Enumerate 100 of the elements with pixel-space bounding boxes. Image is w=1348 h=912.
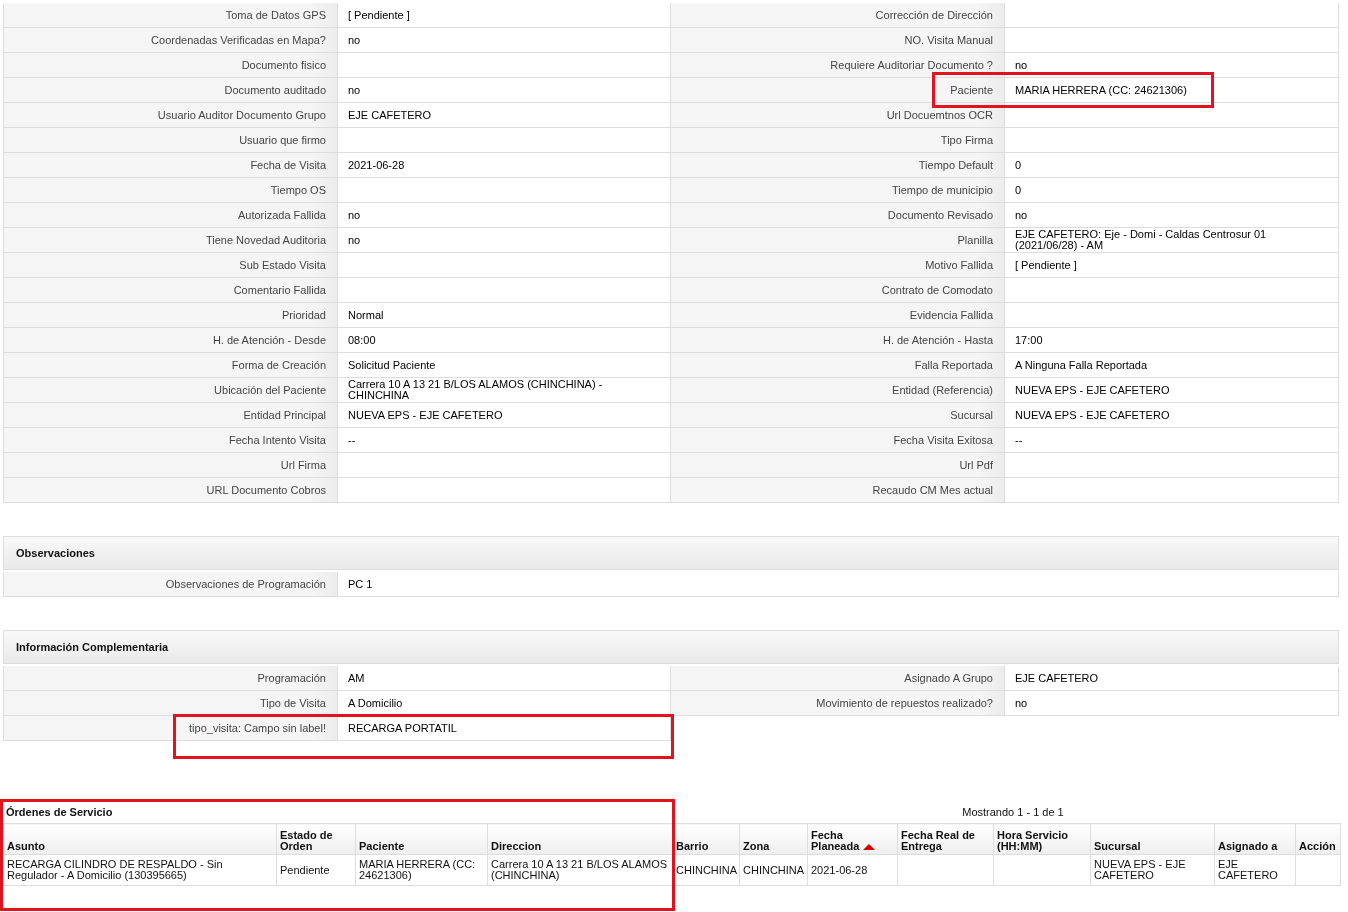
field-value: RECARGA PORTATIL [338, 716, 671, 741]
field-label: Requiere Auditoriar Documento ? [671, 53, 1005, 78]
field-value: EJE CAFETERO [1005, 666, 1339, 691]
field-label: Observaciones de Programación [4, 572, 338, 597]
field-label: Recaudo CM Mes actual [671, 478, 1005, 503]
field-label: tipo_visita: Campo sin label! [4, 716, 338, 741]
field-label: Tiempo OS [4, 178, 338, 203]
column-header[interactable]: Hora Servicio (HH:MM) [993, 823, 1091, 855]
column-header[interactable]: Acción [1295, 823, 1341, 855]
column-header[interactable]: Direccion [487, 823, 673, 855]
field-label: Asignado A Grupo [671, 666, 1005, 691]
field-label: Sub Estado Visita [4, 253, 338, 278]
table-cell: RECARGA CILINDRO DE RESPALDO - Sin Regulador - A Domicilio (130395665) [3, 854, 277, 886]
field-value: -- [338, 428, 671, 453]
column-header[interactable]: Barrio [672, 823, 740, 855]
field-label: Documento Revisado [671, 203, 1005, 228]
field-label: NO. Visita Manual [671, 28, 1005, 53]
field-value: no [1005, 203, 1339, 228]
field-label: Forma de Creación [4, 353, 338, 378]
field-label: Entidad Principal [4, 403, 338, 428]
table-cell: NUEVA EPS - EJE CAFETERO [1090, 854, 1215, 886]
column-header[interactable]: Asignado a [1214, 823, 1296, 855]
field-label: URL Documento Cobros [4, 478, 338, 503]
field-label: Tiene Novedad Auditoria [4, 228, 338, 253]
field-label: H. de Atención - Desde [4, 328, 338, 353]
field-value: 0 [1005, 153, 1339, 178]
field-label: Tiempo de municipio [671, 178, 1005, 203]
field-label: Fecha Intento Visita [4, 428, 338, 453]
field-value: -- [1005, 428, 1339, 453]
field-label: Evidencia Fallida [671, 303, 1005, 328]
field-label: Autorizada Fallida [4, 203, 338, 228]
field-label: Fecha de Visita [4, 153, 338, 178]
table-cell: Pendiente [276, 854, 356, 886]
field-value: no [338, 228, 671, 253]
column-header[interactable]: Sucursal [1090, 823, 1215, 855]
field-label: Corrección de Dirección [671, 3, 1005, 28]
table-cell: MARIA HERRERA (CC: 24621306) [355, 854, 488, 886]
table-cell: EJE CAFETERO [1214, 854, 1296, 886]
table-title: Órdenes de Servicio [5, 806, 114, 820]
table-cell: CHINCHINA [739, 854, 808, 886]
field-label: Contrato de Comodato [671, 278, 1005, 303]
field-label: Fecha Visita Exitosa [671, 428, 1005, 453]
table-cell: CHINCHINA [672, 854, 740, 886]
field-label: Sucursal [671, 403, 1005, 428]
field-value: AM [338, 666, 671, 691]
section-header: Información Complementaria [3, 630, 1339, 664]
field-value: no [338, 28, 671, 53]
column-header[interactable]: Estado de Orden [276, 823, 356, 855]
field-value: NUEVA EPS - EJE CAFETERO [338, 403, 671, 428]
field-value: Carrera 10 A 13 21 B/LOS ALAMOS (CHINCHINA) - CHINCHINA [338, 378, 671, 403]
field-value: A Ninguna Falla Reportada [1005, 353, 1339, 378]
field-value: EJE CAFETERO: Eje - Domi - Caldas Centrosur 01 (2021/06/28) - AM [1005, 228, 1339, 253]
column-header[interactable]: Fecha Planeada [807, 823, 898, 855]
field-value: 08:00 [338, 328, 671, 353]
field-label: Motivo Fallida [671, 253, 1005, 278]
field-label: Url Firma [4, 453, 338, 478]
field-label: Tipo Firma [671, 128, 1005, 153]
field-value: no [338, 203, 671, 228]
field-value: MARIA HERRERA (CC: 24621306) [1005, 78, 1339, 103]
field-value: [ Pendiente ] [1005, 253, 1339, 278]
field-value: Normal [338, 303, 671, 328]
column-header[interactable]: Asunto [3, 823, 277, 855]
field-label: Entidad (Referencia) [671, 378, 1005, 403]
field-value: 0 [1005, 178, 1339, 203]
field-value: NUEVA EPS - EJE CAFETERO [1005, 403, 1339, 428]
field-value: 17:00 [1005, 328, 1339, 353]
field-label: H. de Atención - Hasta [671, 328, 1005, 353]
field-value: no [1005, 53, 1339, 78]
field-label: Programación [4, 666, 338, 691]
field-value: Solicitud Paciente [338, 353, 671, 378]
field-label: Prioridad [4, 303, 338, 328]
field-label: Usuario que firmo [4, 128, 338, 153]
field-label: Documento auditado [4, 78, 338, 103]
field-label: Tiempo Default [671, 153, 1005, 178]
field-label: Toma de Datos GPS [4, 3, 338, 28]
table-cell [1295, 854, 1341, 886]
field-label: Coordenadas Verificadas en Mapa? [4, 28, 338, 53]
field-value: 2021-06-28 [338, 153, 671, 178]
field-value: [ Pendiente ] [338, 3, 671, 28]
field-value: PC 1 [338, 572, 1339, 597]
field-label: Url Pdf [671, 453, 1005, 478]
field-label: Usuario Auditor Documento Grupo [4, 103, 338, 128]
column-header[interactable]: Fecha Real de Entrega [897, 823, 994, 855]
field-label: Documento fisico [4, 53, 338, 78]
field-label: Movimiento de repuestos realizado? [671, 691, 1005, 716]
field-value: NUEVA EPS - EJE CAFETERO [1005, 378, 1339, 403]
paging-info: Mostrando 1 - 1 de 1 [961, 806, 1065, 820]
field-label: Url Docuemtnos OCR [671, 103, 1005, 128]
field-label: Planilla [671, 228, 1005, 253]
field-label: Tipo de Visita [4, 691, 338, 716]
field-value: no [1005, 691, 1339, 716]
field-label: Comentario Fallida [4, 278, 338, 303]
table-cell: 2021-06-28 [807, 854, 898, 886]
field-label: Falla Reportada [671, 353, 1005, 378]
column-header[interactable]: Paciente [355, 823, 488, 855]
field-label: Paciente [671, 78, 1005, 103]
section-header: Observaciones [3, 536, 1339, 570]
column-header[interactable]: Zona [739, 823, 808, 855]
field-label: Ubicación del Paciente [4, 378, 338, 403]
field-value: EJE CAFETERO [338, 103, 671, 128]
